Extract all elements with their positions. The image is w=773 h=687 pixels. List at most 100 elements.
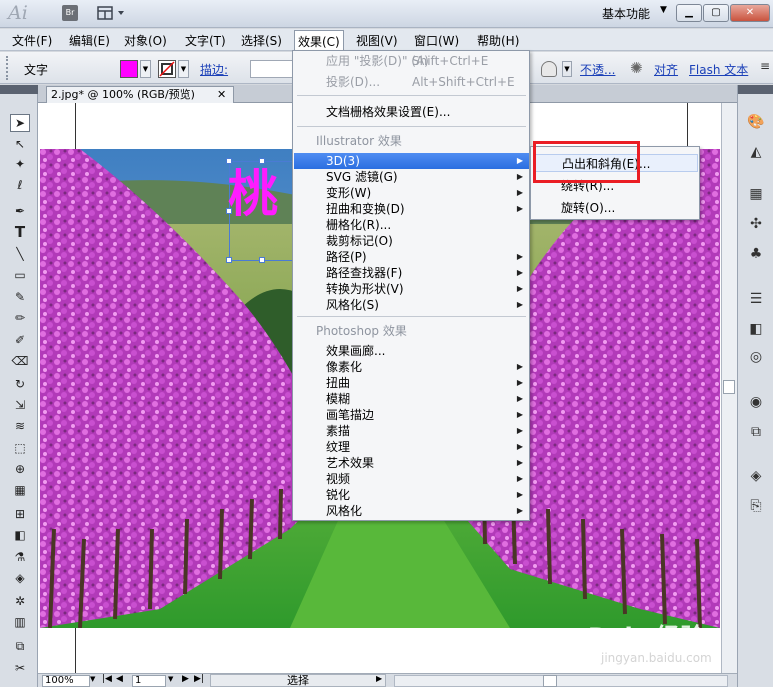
close-button[interactable]: ✕ [730, 4, 770, 22]
selection-tool-icon[interactable]: ➤ [10, 114, 30, 132]
menu-type[interactable]: 文字(T) [182, 32, 229, 49]
gradient-tool-icon[interactable]: ◧ [10, 526, 30, 544]
swatches-panel-icon[interactable]: ▦ [746, 185, 766, 203]
stroke-panel-icon[interactable]: ☰ [746, 290, 766, 308]
eraser-tool-icon[interactable]: ⌫ [10, 352, 30, 370]
next-artboard-icon[interactable]: ▶ [182, 674, 189, 684]
stroke-weight-select[interactable] [250, 60, 295, 78]
align-link[interactable]: 对齐 [654, 61, 678, 78]
menu-item-path[interactable]: 路径(P) ▶ [294, 249, 529, 265]
document-tab[interactable]: 2.jpg* @ 100% (RGB/预览) ✕ [46, 86, 234, 103]
stroke-label-link[interactable]: 描边: [200, 61, 228, 78]
artboard-tool-icon[interactable]: ⧉ [10, 637, 30, 655]
column-graph-tool-icon[interactable]: ▥ [10, 613, 30, 631]
menu-effect[interactable]: 效果(C) [294, 30, 344, 51]
menu-item-sharpen[interactable]: 锐化 ▶ [294, 487, 529, 503]
menu-item-brush-strokes[interactable]: 画笔描边 ▶ [294, 407, 529, 423]
menu-view[interactable]: 视图(V) [353, 32, 401, 49]
shape-builder-tool-icon[interactable]: ⊕ [10, 460, 30, 478]
menu-edit[interactable]: 编辑(E) [66, 32, 113, 49]
chevron-down-icon[interactable]: ▼ [660, 5, 667, 15]
menu-window[interactable]: 窗口(W) [411, 32, 462, 49]
paintbrush-tool-icon[interactable]: ✎ [10, 288, 30, 306]
panel-header[interactable] [0, 85, 38, 94]
artboard-number-field[interactable]: 1 [132, 675, 166, 687]
artboards-panel-icon[interactable]: ⎘ [746, 497, 766, 515]
magic-wand-tool-icon[interactable]: ✦ [10, 155, 30, 173]
menu-item-document-raster-settings[interactable]: 文档栅格效果设置(E)... [294, 104, 529, 120]
first-artboard-icon[interactable]: |◀ [102, 674, 112, 684]
direct-selection-tool-icon[interactable]: ↖ [10, 135, 30, 153]
color-guide-icon[interactable]: ◭ [746, 143, 766, 161]
menu-item-pathfinder[interactable]: 路径查找器(F) ▶ [294, 265, 529, 281]
symbols-panel-icon[interactable]: ♣ [746, 245, 766, 263]
rectangle-tool-icon[interactable]: ▭ [10, 266, 30, 284]
menu-item-video[interactable]: 视频 ▶ [294, 471, 529, 487]
bridge-button[interactable]: Br [62, 5, 78, 21]
layers-panel-icon[interactable]: ◈ [746, 467, 766, 485]
free-transform-tool-icon[interactable]: ⬚ [10, 439, 30, 457]
current-tool-status[interactable]: 选择 [210, 674, 386, 687]
graphic-styles-icon[interactable]: ⧉ [746, 423, 766, 441]
line-tool-icon[interactable]: ╲ [10, 245, 30, 263]
restore-button[interactable]: ▢ [703, 4, 729, 22]
resize-handle[interactable] [259, 257, 265, 263]
menu-item-crop-marks[interactable]: 裁剪标记(O) [294, 233, 529, 249]
menu-item-artistic[interactable]: 艺术效果 ▶ [294, 455, 529, 471]
brushes-panel-icon[interactable]: ✣ [746, 215, 766, 233]
slice-tool-icon[interactable]: ✂ [10, 659, 30, 677]
blend-tool-icon[interactable]: ◈ [10, 569, 30, 587]
menu-item-sketch[interactable]: 素描 ▶ [294, 423, 529, 439]
menu-item-svg-filters[interactable]: SVG 滤镜(G) ▶ [294, 169, 529, 185]
scale-tool-icon[interactable]: ⇲ [10, 396, 30, 414]
blob-brush-tool-icon[interactable]: ✐ [10, 331, 30, 349]
fill-color-swatch[interactable] [120, 60, 138, 78]
chevron-down-icon[interactable]: ▼ [140, 60, 151, 78]
perspective-grid-tool-icon[interactable]: ▦ [10, 481, 30, 499]
menu-item-distort-transform[interactable]: 扭曲和变换(D) ▶ [294, 201, 529, 217]
gradient-panel-icon[interactable]: ◧ [746, 320, 766, 338]
chevron-down-icon[interactable]: ▼ [90, 675, 95, 683]
chevron-right-icon[interactable]: ▶ [376, 674, 382, 683]
rotate-tool-icon[interactable]: ↻ [10, 375, 30, 393]
appearance-panel-icon[interactable]: ◉ [746, 393, 766, 411]
peach-text-object[interactable]: 桃 [228, 162, 278, 226]
pencil-tool-icon[interactable]: ✏ [10, 309, 30, 327]
menu-file[interactable]: 文件(F) [9, 32, 55, 49]
flash-text-link[interactable]: Flash 文本 [689, 61, 748, 78]
previous-artboard-icon[interactable]: ◀ [116, 674, 123, 684]
stroke-color-swatch[interactable] [158, 60, 176, 78]
menu-item-convert-to-shape[interactable]: 转换为形状(V) ▶ [294, 281, 529, 297]
menu-item-effect-gallery[interactable]: 效果画廊... [294, 343, 529, 359]
menu-object[interactable]: 对象(O) [121, 32, 170, 49]
menu-help[interactable]: 帮助(H) [474, 32, 522, 49]
menu-item-warp[interactable]: 变形(W) ▶ [294, 185, 529, 201]
chevron-down-icon[interactable]: ▼ [562, 61, 572, 77]
last-artboard-icon[interactable]: ▶| [194, 674, 204, 684]
menu-item-3d[interactable]: 3D(3) ▶ [294, 153, 529, 169]
lasso-tool-icon[interactable]: ℓ [10, 176, 30, 194]
menu-item-texture[interactable]: 纹理 ▶ [294, 439, 529, 455]
symbol-sprayer-tool-icon[interactable]: ✲ [10, 592, 30, 610]
zoom-field[interactable]: 100% [42, 675, 90, 687]
menu-item-pixelate[interactable]: 像素化 ▶ [294, 359, 529, 375]
menu-select[interactable]: 选择(S) [238, 32, 285, 49]
workspace-switcher[interactable]: 基本功能 [602, 5, 650, 22]
resize-handle[interactable] [226, 257, 232, 263]
chevron-down-icon[interactable]: ▼ [178, 60, 189, 78]
panel-menu-icon[interactable]: ≡ [760, 59, 770, 73]
close-icon[interactable]: ✕ [217, 87, 226, 102]
recolor-icon[interactable]: ✺ [630, 59, 643, 77]
menu-item-rotate[interactable]: 旋转(O)... [533, 199, 698, 217]
panel-header[interactable] [738, 85, 773, 94]
warp-tool-icon[interactable]: ≋ [10, 417, 30, 435]
panel-grip[interactable] [6, 56, 10, 80]
horizontal-scroll-thumb[interactable] [543, 675, 557, 687]
eyedropper-tool-icon[interactable]: ⚗ [10, 548, 30, 566]
opacity-link[interactable]: 不透... [580, 61, 615, 78]
horizontal-scrollbar[interactable] [394, 675, 728, 687]
pen-tool-icon[interactable]: ✒ [10, 202, 30, 220]
mesh-tool-icon[interactable]: ⊞ [10, 505, 30, 523]
menu-item-rasterize[interactable]: 栅格化(R)... [294, 217, 529, 233]
minimize-button[interactable]: ▁ [676, 4, 702, 22]
